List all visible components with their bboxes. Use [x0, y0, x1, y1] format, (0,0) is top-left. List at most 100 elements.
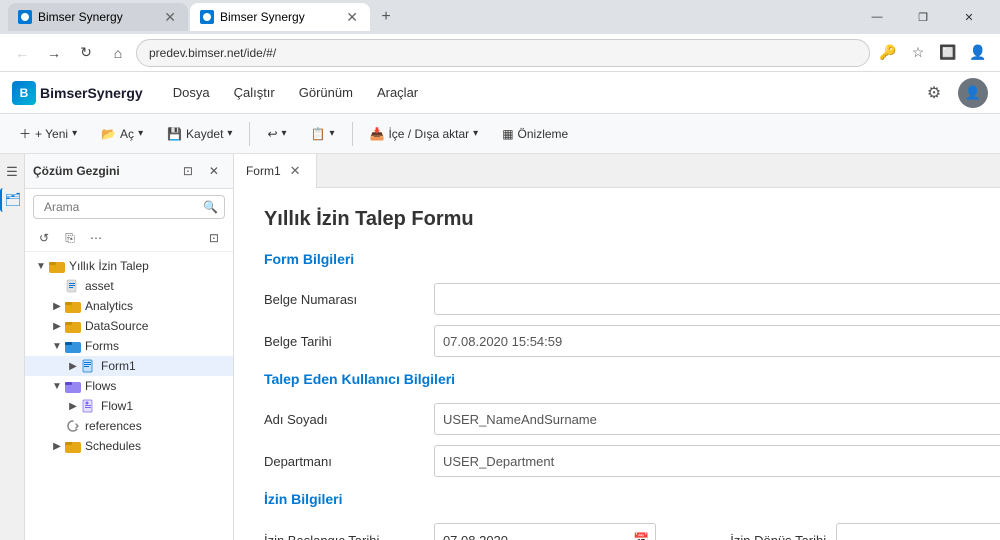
- tree-expand-button[interactable]: ⊡: [203, 227, 225, 249]
- panel-pin-button[interactable]: ⊡: [177, 160, 199, 182]
- form-content: Yıllık İzin Talep Formu Form Bilgileri B…: [234, 188, 1000, 540]
- menu-araclar[interactable]: Araçlar: [367, 79, 428, 106]
- tree-item-forms[interactable]: ▼ Forms: [25, 336, 233, 356]
- tree-label-forms: Forms: [85, 339, 119, 353]
- settings-icon[interactable]: ⚙: [918, 77, 950, 109]
- tree-label-flows: Flows: [85, 379, 116, 393]
- logo-icon: B: [12, 81, 36, 105]
- redo-dropdown-icon: ▾: [329, 128, 334, 139]
- search-input[interactable]: [40, 196, 203, 218]
- tree-label-analytics: Analytics: [85, 299, 133, 313]
- flows-arrow[interactable]: ▼: [49, 381, 65, 392]
- label-belge-no: Belge Numarası: [264, 292, 424, 307]
- star-icon[interactable]: ☆: [904, 39, 932, 67]
- input-belge-no[interactable]: [434, 283, 1000, 315]
- tree-item-flows[interactable]: ▼ Flows: [25, 376, 233, 396]
- form1-arrow[interactable]: ▶: [65, 361, 81, 372]
- tree-item-analytics[interactable]: ▶ Analytics: [25, 296, 233, 316]
- form-row-adi-soyadi: Adı Soyadı: [264, 403, 1000, 435]
- key-icon[interactable]: 🔑: [874, 39, 902, 67]
- input-departmani[interactable]: [434, 445, 1000, 477]
- minimize-button[interactable]: —: [854, 0, 900, 34]
- flows-folder-icon: [65, 378, 81, 394]
- collapse-arrow[interactable]: ▼: [33, 261, 49, 272]
- new-tab-button[interactable]: +: [372, 3, 400, 31]
- label-izin-baslangic: İzin Başlangıç Tarihi: [264, 533, 424, 540]
- close-button[interactable]: ✕: [946, 0, 992, 34]
- schedules-arrow[interactable]: ▶: [49, 441, 65, 452]
- flow1-arrow[interactable]: ▶: [65, 401, 81, 412]
- tab-close-1[interactable]: ✕: [162, 8, 178, 26]
- content-tab-form1[interactable]: Form1 ✕: [234, 154, 317, 188]
- home-button[interactable]: ⌂: [104, 39, 132, 67]
- import-export-label: İçe / Dışa aktar: [388, 127, 469, 141]
- datasource-arrow[interactable]: ▶: [49, 321, 65, 332]
- tree-item-yillik[interactable]: ▼ Yıllık İzin Talep: [25, 256, 233, 276]
- save-button[interactable]: 💾 Kaydet ▾: [156, 122, 243, 146]
- main-layout: ☰ 🗂 Çözüm Gezgini ⊡ ✕ 🔍 ↺ ⎘ ⋯ ⊡ ▼: [0, 154, 1000, 540]
- undo-dropdown-icon: ▾: [282, 128, 287, 139]
- panel-close-button[interactable]: ✕: [203, 160, 225, 182]
- content-tab-close[interactable]: ✕: [287, 162, 304, 180]
- tab-close-2[interactable]: ✕: [344, 8, 360, 26]
- section-form-bilgileri: Form Bilgileri: [264, 251, 1000, 271]
- input-belge-tarihi[interactable]: [434, 325, 1000, 357]
- menu-gorunum[interactable]: Görünüm: [289, 79, 363, 106]
- calendar-icon[interactable]: 📅: [627, 532, 655, 540]
- references-icon: [65, 418, 81, 434]
- tree-more-button[interactable]: ⋯: [85, 227, 107, 249]
- menu-dosya[interactable]: Dosya: [163, 79, 220, 106]
- address-input[interactable]: [136, 39, 870, 67]
- browser-tab-2[interactable]: Bimser Synergy ✕: [190, 3, 370, 31]
- menu-calistir[interactable]: Çalıştır: [224, 79, 285, 106]
- separator-2: [352, 122, 353, 146]
- input-izin-donus-wrapper[interactable]: 📅: [836, 523, 1000, 540]
- tree-item-references[interactable]: references: [25, 416, 233, 436]
- user-avatar[interactable]: 👤: [958, 78, 988, 108]
- tree-label-asset: asset: [85, 279, 114, 293]
- open-button[interactable]: 📂 Aç ▾: [90, 122, 154, 146]
- input-izin-baslangic[interactable]: [435, 524, 627, 540]
- label-departmani: Departmanı: [264, 454, 424, 469]
- form1-icon: [81, 358, 97, 374]
- redo-button[interactable]: 📋 ▾: [300, 122, 346, 146]
- forward-button[interactable]: →: [40, 39, 68, 67]
- label-adi-soyadi: Adı Soyadı: [264, 412, 424, 427]
- extensions-icon[interactable]: 🔲: [934, 39, 962, 67]
- forms-arrow[interactable]: ▼: [49, 341, 65, 352]
- reload-button[interactable]: ↻: [72, 39, 100, 67]
- root-folder-icon: [49, 258, 65, 274]
- address-bar: ← → ↻ ⌂ 🔑 ☆ 🔲 👤: [0, 34, 1000, 72]
- tree-item-asset[interactable]: asset: [25, 276, 233, 296]
- input-adi-soyadi[interactable]: [434, 403, 1000, 435]
- open-label: Aç: [120, 127, 134, 141]
- tree-item-flow1[interactable]: ▶ Flow1: [25, 396, 233, 416]
- open-folder-icon: 📂: [101, 127, 116, 141]
- undo-icon: ↩: [267, 127, 277, 141]
- search-box[interactable]: 🔍: [33, 195, 225, 219]
- tree-item-form1[interactable]: ▶ Form1: [25, 356, 233, 376]
- left-icon-menu[interactable]: ☰: [0, 160, 24, 184]
- label-izin-donus: İzin Dönüş Tarihi: [666, 533, 826, 540]
- input-izin-baslangic-wrapper[interactable]: 📅: [434, 523, 656, 540]
- forms-folder-icon: [65, 338, 81, 354]
- browser-tab-1[interactable]: Bimser Synergy ✕: [8, 3, 188, 31]
- tree-copy-button[interactable]: ⎘: [59, 227, 81, 249]
- tree-label-flow1: Flow1: [101, 399, 133, 413]
- analytics-arrow[interactable]: ▶: [49, 301, 65, 312]
- new-button[interactable]: ＋ + Yeni ▾: [8, 120, 88, 147]
- tree-item-schedules[interactable]: ▶ Schedules: [25, 436, 233, 456]
- maximize-button[interactable]: ❐: [900, 0, 946, 34]
- import-export-dropdown-icon: ▾: [473, 128, 478, 139]
- back-button[interactable]: ←: [8, 39, 36, 67]
- profile-icon[interactable]: 👤: [964, 39, 992, 67]
- undo-button[interactable]: ↩ ▾: [256, 122, 297, 146]
- left-icon-explorer[interactable]: 🗂: [0, 188, 24, 212]
- tree-item-datasource[interactable]: ▶ DataSource: [25, 316, 233, 336]
- import-export-button[interactable]: 📥 İçe / Dışa aktar ▾: [359, 122, 490, 146]
- preview-button[interactable]: ▦ Önizleme: [491, 122, 579, 146]
- separator-1: [249, 122, 250, 146]
- tree-refresh-button[interactable]: ↺: [33, 227, 55, 249]
- flow1-icon: [81, 398, 97, 414]
- input-izin-donus[interactable]: [837, 524, 1000, 540]
